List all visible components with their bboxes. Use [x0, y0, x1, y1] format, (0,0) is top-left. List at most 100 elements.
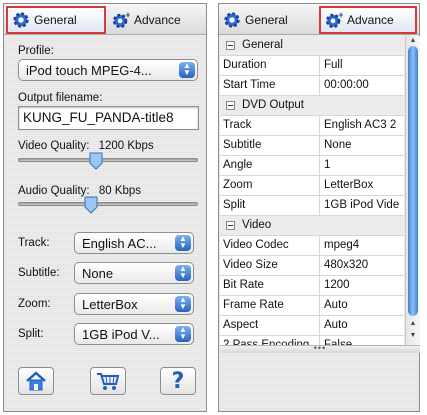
property-grid: General Duration Full Start Time 00:00:00 DVD…	[220, 36, 404, 345]
property-value[interactable]: 1GB iPod Vide	[320, 196, 404, 215]
cart-icon	[97, 373, 120, 390]
vertical-scrollbar[interactable]: ▲ ▲ ▼	[405, 36, 420, 345]
profile-select[interactable]: iPod touch MPEG-4... ▲ ▼	[18, 59, 198, 81]
category-row[interactable]: Video	[220, 216, 404, 236]
property-key: Duration	[220, 56, 320, 75]
tab-general-label: General	[245, 13, 288, 27]
video-quality-value: 1200 Kbps	[98, 140, 154, 152]
scroll-down-arrow-icon[interactable]: ▼	[408, 332, 418, 341]
collapse-icon[interactable]	[226, 221, 235, 230]
property-row[interactable]: Video Codec mpeg4	[220, 236, 404, 256]
zoom-label: Zoom:	[18, 298, 51, 310]
video-quality-track[interactable]	[18, 158, 198, 162]
svg-text:+: +	[338, 11, 343, 19]
property-row[interactable]: Video Size 480x320	[220, 256, 404, 276]
audio-quality-track[interactable]	[18, 202, 198, 206]
tab-advance[interactable]: + Advance	[112, 6, 208, 34]
video-quality-label: Video Quality: 1200 Kbps	[18, 140, 154, 152]
property-row[interactable]: Angle 1	[220, 156, 404, 176]
category-header: DVD Output	[220, 96, 304, 115]
property-row[interactable]: Zoom LetterBox	[220, 176, 404, 196]
panel-splitter[interactable]: •••	[220, 344, 420, 353]
tab-general[interactable]: General	[223, 6, 315, 34]
category-header: Video	[220, 216, 271, 235]
property-value[interactable]: Full	[320, 56, 404, 75]
property-key: Subtitle	[220, 136, 320, 155]
home-icon	[26, 371, 46, 391]
video-quality-slider-thumb[interactable]	[89, 152, 103, 170]
property-row[interactable]: Bit Rate 1200	[220, 276, 404, 296]
scroll-up-arrow-icon[interactable]: ▲	[408, 320, 418, 329]
updown-arrow-icon: ▲ ▼	[179, 62, 195, 78]
property-row[interactable]: Duration Full	[220, 56, 404, 76]
property-row[interactable]: Track English AC3 2	[220, 116, 404, 136]
property-row[interactable]: Subtitle None	[220, 136, 404, 156]
property-value[interactable]: None	[320, 136, 404, 155]
property-row[interactable]: Split 1GB iPod Vide	[220, 196, 404, 216]
output-filename-label: Output filename:	[18, 92, 103, 104]
zoom-value: LetterBox	[82, 297, 138, 312]
property-value[interactable]: Auto	[320, 296, 404, 315]
collapse-icon[interactable]	[226, 101, 235, 110]
property-value[interactable]: Auto	[320, 316, 404, 335]
property-value[interactable]: False	[320, 336, 404, 345]
help-icon: ?	[171, 368, 185, 394]
left-tab-bar: General + Advance	[4, 4, 206, 35]
updown-arrow-icon: ▲ ▼	[175, 265, 191, 281]
property-value[interactable]: 480x320	[320, 256, 404, 275]
property-key: Track	[220, 116, 320, 135]
audio-quality-caption: Audio Quality:	[18, 185, 90, 197]
gear-plus-icon: +	[325, 11, 343, 29]
category-label: DVD Output	[242, 99, 304, 111]
tab-advance[interactable]: + Advance	[319, 6, 417, 34]
property-key: Zoom	[220, 176, 320, 195]
updown-arrow-icon: ▲ ▼	[175, 326, 191, 342]
property-key: Split	[220, 196, 320, 215]
tab-advance-label: Advance	[347, 13, 394, 27]
property-value[interactable]: English AC3 2	[320, 116, 404, 135]
video-quality-caption: Video Quality:	[18, 140, 90, 152]
general-panel: General + Advance Profile: iPod touch MP…	[3, 3, 207, 412]
property-value[interactable]: 1	[320, 156, 404, 175]
home-button[interactable]	[18, 367, 54, 395]
property-row[interactable]: Frame Rate Auto	[220, 296, 404, 316]
category-row[interactable]: General	[220, 36, 404, 56]
category-row[interactable]: DVD Output	[220, 96, 404, 116]
property-value[interactable]: 00:00:00	[320, 76, 404, 95]
tab-general[interactable]: General	[6, 6, 106, 34]
audio-quality-label: Audio Quality: 80 Kbps	[18, 185, 141, 197]
split-select[interactable]: 1GB iPod V... ▲ ▼	[74, 323, 194, 345]
track-select[interactable]: English AC... ▲ ▼	[74, 232, 194, 254]
gear-icon	[224, 12, 240, 28]
property-row[interactable]: Start Time 00:00:00	[220, 76, 404, 96]
property-key: Aspect	[220, 316, 320, 335]
output-filename-field[interactable]: KUNG_FU_PANDA-title8	[18, 106, 199, 130]
help-button[interactable]: ?	[160, 367, 196, 395]
property-row[interactable]: 2 Pass Encoding False	[220, 336, 404, 345]
updown-arrow-icon: ▲ ▼	[175, 296, 191, 312]
zoom-select[interactable]: LetterBox ▲ ▼	[74, 293, 194, 315]
property-key: Start Time	[220, 76, 320, 95]
property-value[interactable]: LetterBox	[320, 176, 404, 195]
property-value[interactable]: mpeg4	[320, 236, 404, 255]
tab-advance-label: Advance	[134, 13, 181, 27]
property-key: Video Codec	[220, 236, 320, 255]
scroll-up-arrow-icon[interactable]: ▲	[408, 37, 418, 46]
subtitle-label: Subtitle:	[18, 267, 60, 279]
svg-text:+: +	[125, 11, 130, 19]
audio-quality-slider-thumb[interactable]	[84, 196, 98, 214]
gear-icon	[13, 12, 29, 28]
scrollbar-thumb[interactable]	[408, 46, 418, 316]
collapse-icon[interactable]	[226, 41, 235, 50]
category-label: Video	[242, 219, 272, 231]
category-header: General	[220, 36, 283, 55]
property-value[interactable]: 1200	[320, 276, 404, 295]
cart-button[interactable]	[90, 367, 126, 395]
property-key: Frame Rate	[220, 296, 320, 315]
property-row[interactable]: Aspect Auto	[220, 316, 404, 336]
tab-general-label: General	[34, 13, 77, 27]
track-value: English AC...	[82, 236, 157, 251]
property-key: 2 Pass Encoding	[220, 336, 320, 345]
category-label: General	[242, 39, 283, 51]
subtitle-select[interactable]: None ▲ ▼	[74, 262, 194, 284]
